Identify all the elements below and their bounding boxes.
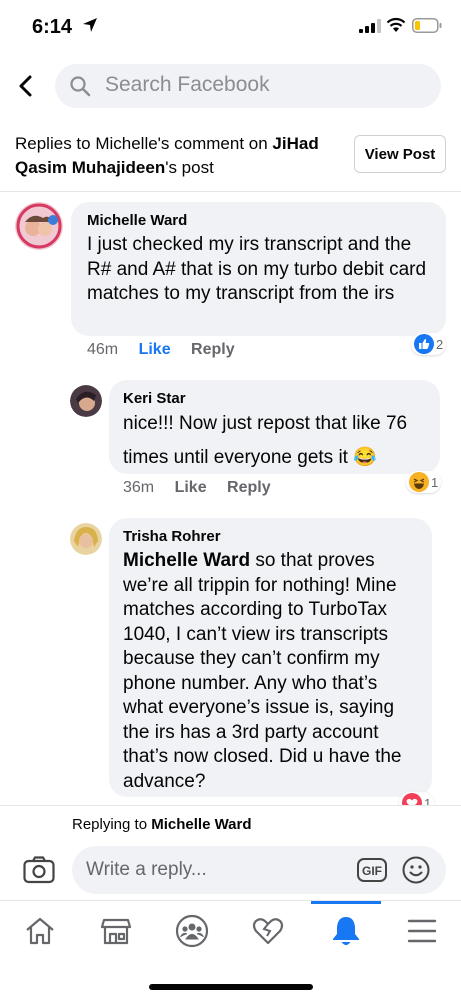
groups-icon xyxy=(175,914,209,948)
menu-icon xyxy=(407,919,437,943)
context-prefix: Replies to Michelle's comment on xyxy=(15,134,273,153)
emoji-icon[interactable] xyxy=(402,856,430,884)
reaction-count: 1 xyxy=(431,474,439,490)
comment-bubble[interactable]: Keri Star nice!!! Now just repost that l… xyxy=(109,380,440,474)
comment-text: I just checked my irs transcript and the… xyxy=(87,234,427,304)
tab-marketplace[interactable] xyxy=(78,901,154,961)
tab-groups[interactable] xyxy=(154,901,230,961)
comment-author[interactable]: Keri Star xyxy=(123,390,428,407)
avatar-image xyxy=(15,202,63,250)
replies-context-bar: Replies to Michelle's comment on JiHad Q… xyxy=(0,120,461,192)
signal-icon xyxy=(359,19,381,33)
like-button[interactable]: Like xyxy=(175,479,207,496)
battery-icon xyxy=(412,18,442,33)
back-arrow-icon[interactable] xyxy=(14,72,38,100)
gif-label: GIF xyxy=(362,864,382,878)
reaction-count: 2 xyxy=(436,336,444,352)
avatar[interactable] xyxy=(70,523,102,555)
comment-time: 46m xyxy=(87,341,119,358)
avatar-image xyxy=(70,385,102,417)
context-text: Replies to Michelle's comment on JiHad Q… xyxy=(15,132,335,180)
notifications-icon xyxy=(333,917,359,945)
comment-text: Michelle Ward so that proves we’re all t… xyxy=(123,549,422,794)
replying-to-name: Michelle Ward xyxy=(151,816,252,833)
reaction-summary[interactable]: 1 xyxy=(406,471,442,493)
home-icon xyxy=(26,917,54,945)
replying-prefix: Replying to xyxy=(72,816,152,833)
bottom-tab-bar xyxy=(0,900,461,962)
avatar-image xyxy=(70,523,102,555)
gif-button[interactable]: GIF xyxy=(357,858,387,882)
dating-icon xyxy=(252,918,284,945)
location-arrow-icon xyxy=(83,18,97,32)
search-icon xyxy=(70,76,91,97)
comment-time: 36m xyxy=(123,479,155,496)
comment-bubble[interactable]: Michelle Ward I just checked my irs tran… xyxy=(71,202,446,336)
tab-dating[interactable] xyxy=(230,901,306,961)
reply-button[interactable]: Reply xyxy=(191,341,235,358)
tab-menu[interactable] xyxy=(384,901,460,961)
comment-author[interactable]: Trisha Rohrer xyxy=(123,528,422,545)
mention-link[interactable]: Michelle Ward xyxy=(123,550,250,571)
home-indicator xyxy=(149,984,313,990)
avatar[interactable] xyxy=(15,202,63,250)
marketplace-icon xyxy=(100,918,132,945)
like-reaction-icon xyxy=(414,334,434,354)
comment-text: nice!!! Now just repost that like 76 tim… xyxy=(123,413,408,468)
avatar[interactable] xyxy=(70,385,102,417)
tab-notifications[interactable] xyxy=(308,901,384,961)
status-bar: 6:14 xyxy=(0,0,461,52)
comment-author[interactable]: Michelle Ward xyxy=(87,212,432,229)
comment-body: so that proves we’re all trippin for not… xyxy=(123,550,402,792)
search-placeholder: Search Facebook xyxy=(105,73,270,96)
wifi-icon xyxy=(386,17,406,32)
status-time: 6:14 xyxy=(32,16,73,38)
reply-input[interactable] xyxy=(72,846,446,894)
view-post-button[interactable]: View Post xyxy=(354,135,446,173)
reply-composer: Replying to Michelle Ward GIF xyxy=(0,805,461,905)
like-button[interactable]: Like xyxy=(139,341,171,358)
camera-icon[interactable] xyxy=(23,856,55,884)
haha-reaction-icon xyxy=(409,472,429,492)
comment-actions: 46m Like Reply xyxy=(87,341,251,359)
context-suffix: 's post xyxy=(165,158,214,177)
tab-home[interactable] xyxy=(2,901,78,961)
reaction-summary[interactable]: 2 xyxy=(411,333,447,355)
reply-button[interactable]: Reply xyxy=(227,479,271,496)
search-input[interactable]: Search Facebook xyxy=(55,64,441,108)
comment-bubble[interactable]: Trisha Rohrer Michelle Ward so that prov… xyxy=(109,518,432,797)
replying-to-text: Replying to Michelle Ward xyxy=(72,816,252,833)
comment-actions: 36m Like Reply xyxy=(123,479,287,497)
search-header: Search Facebook xyxy=(0,64,461,108)
